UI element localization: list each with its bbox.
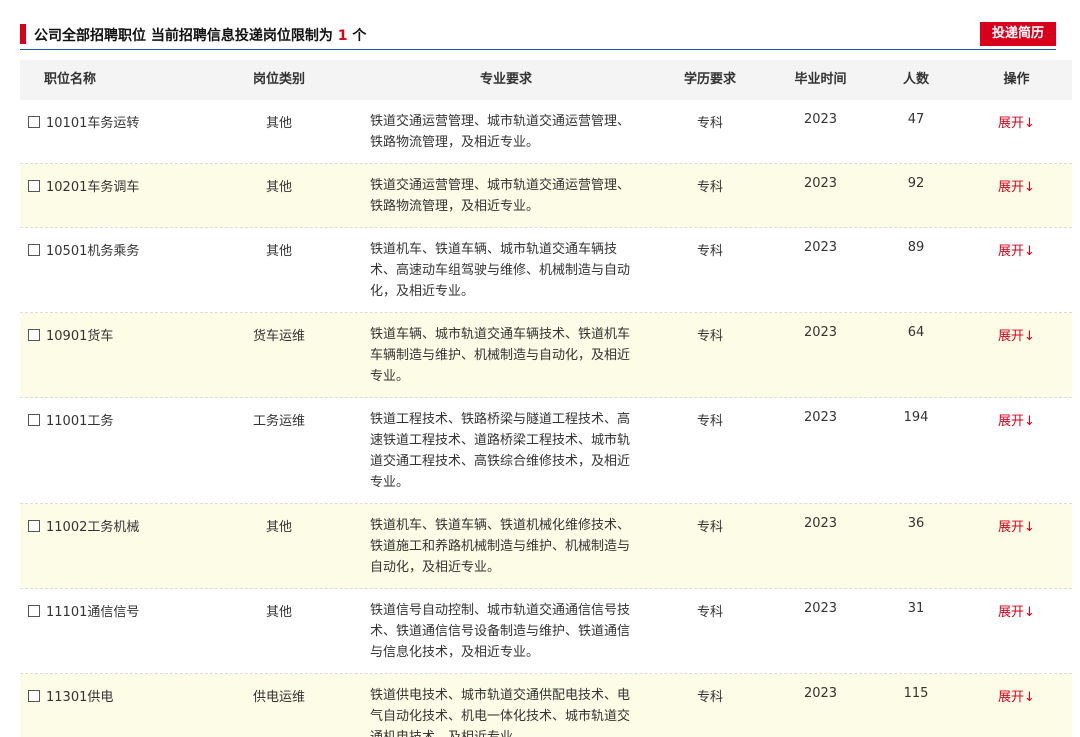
section-header: 公司全部招聘职位 当前招聘信息投递岗位限制为 1 个 投递简历 (20, 22, 1056, 50)
table-row: 10201车务调车 其他 铁道交通运营管理、城市轨道交通运营管理、铁路物流管理，及相… (20, 164, 1072, 228)
select-checkbox[interactable] (28, 520, 40, 532)
headcount: 47 (907, 112, 925, 127)
education-requirement: 专科 (696, 244, 723, 259)
headcount: 92 (907, 176, 925, 191)
education-requirement: 专科 (696, 414, 723, 429)
job-name: 11002工务机械 (46, 520, 140, 535)
job-name: 10901货车 (46, 329, 114, 344)
select-checkbox[interactable] (28, 329, 40, 341)
col-header-grad-year: 毕业时间 (794, 72, 847, 87)
select-checkbox[interactable] (28, 605, 40, 617)
col-header-action: 操作 (1003, 72, 1030, 87)
col-header-count: 人数 (902, 72, 929, 87)
job-name-cell: 11301供电 (20, 674, 237, 737)
headcount: 115 (903, 686, 929, 701)
education-requirement: 专科 (696, 605, 723, 620)
graduation-year: 2023 (803, 176, 838, 191)
major-requirement: 铁道机车、铁道车辆、铁道机械化维修技术、铁道施工和养路机械制造与维护、机械制造与… (370, 518, 631, 575)
col-header-education: 学历要求 (683, 72, 736, 87)
expand-link[interactable]: 展开↓ (998, 690, 1035, 705)
major-requirement: 铁道供电技术、城市轨道交通供配电技术、电气自动化技术、机电一体化技术、城市轨道交… (370, 688, 631, 737)
education-requirement: 专科 (696, 116, 723, 131)
job-type: 其他 (265, 244, 292, 259)
headcount: 31 (907, 601, 925, 616)
job-type: 货车运维 (252, 329, 305, 344)
select-checkbox[interactable] (28, 244, 40, 256)
job-name-cell: 10901货车 (20, 313, 237, 397)
job-type: 其他 (265, 605, 292, 620)
table-body: 10101车务运转 其他 铁道交通运营管理、城市轨道交通运营管理、铁路物流管理，及相… (20, 100, 1072, 737)
position-limit-count: 1 (337, 28, 348, 44)
major-requirement: 铁道信号自动控制、城市轨道交通通信信号技术、铁道通信信号设备制造与维护、铁道通信… (370, 603, 631, 660)
headcount: 194 (903, 410, 929, 425)
education-requirement: 专科 (696, 520, 723, 535)
expand-link[interactable]: 展开↓ (998, 116, 1035, 131)
expand-link[interactable]: 展开↓ (998, 244, 1035, 259)
job-name-cell: 10201车务调车 (20, 164, 237, 227)
job-name-cell: 10501机务乘务 (20, 228, 237, 312)
header-accent-bar (20, 24, 26, 44)
expand-link[interactable]: 展开↓ (998, 605, 1035, 620)
graduation-year: 2023 (803, 516, 838, 531)
graduation-year: 2023 (803, 112, 838, 127)
expand-link[interactable]: 展开↓ (998, 520, 1035, 535)
job-name-cell: 10101车务运转 (20, 100, 237, 163)
col-header-major: 专业要求 (479, 72, 532, 87)
job-name: 10501机务乘务 (46, 244, 140, 259)
major-requirement: 铁道机车、铁道车辆、城市轨道交通车辆技术、高速动车组驾驶与维修、机械制造与自动化… (370, 242, 631, 299)
education-requirement: 专科 (696, 180, 723, 195)
job-name: 11301供电 (46, 690, 114, 705)
job-name: 11101通信信号 (46, 605, 140, 620)
title-suffix: 个 (347, 28, 367, 44)
table-row: 11301供电 供电运维 铁道供电技术、城市轨道交通供配电技术、电气自动化技术、机电… (20, 674, 1072, 737)
submit-resume-button[interactable]: 投递简历 (980, 22, 1056, 46)
expand-link[interactable]: 展开↓ (998, 329, 1035, 344)
graduation-year: 2023 (803, 601, 838, 616)
table-row: 10501机务乘务 其他 铁道机车、铁道车辆、城市轨道交通车辆技术、高速动车组驾驶与… (20, 228, 1072, 313)
job-name: 11001工务 (46, 414, 114, 429)
table-row: 11001工务 工务运维 铁道工程技术、铁路桥梁与隧道工程技术、高速铁道工程技术、道… (20, 398, 1072, 504)
graduation-year: 2023 (803, 410, 838, 425)
headcount: 36 (907, 516, 925, 531)
graduation-year: 2023 (803, 240, 838, 255)
jobs-table: 职位名称 岗位类别 专业要求 学历要求 毕业时间 人数 操作 10101车务运转… (20, 60, 1072, 737)
table-row: 11101通信信号 其他 铁道信号自动控制、城市轨道交通通信信号技术、铁道通信信号设… (20, 589, 1072, 674)
expand-link[interactable]: 展开↓ (998, 414, 1035, 429)
select-checkbox[interactable] (28, 414, 40, 426)
education-requirement: 专科 (696, 329, 723, 344)
major-requirement: 铁道车辆、城市轨道交通车辆技术、铁道机车车辆制造与维护、机械制造与自动化，及相近… (370, 327, 631, 384)
headcount: 89 (907, 240, 925, 255)
job-type: 工务运维 (252, 414, 305, 429)
table-header: 职位名称 岗位类别 专业要求 学历要求 毕业时间 人数 操作 (20, 60, 1072, 100)
table-row: 11002工务机械 其他 铁道机车、铁道车辆、铁道机械化维修技术、铁道施工和养路机械… (20, 504, 1072, 589)
job-type: 其他 (265, 180, 292, 195)
job-name-cell: 11002工务机械 (20, 504, 237, 588)
major-requirement: 铁道交通运营管理、城市轨道交通运营管理、铁路物流管理，及相近专业。 (370, 114, 631, 150)
expand-link[interactable]: 展开↓ (998, 180, 1035, 195)
job-type: 供电运维 (252, 690, 305, 705)
education-requirement: 专科 (696, 690, 723, 705)
job-name: 10201车务调车 (46, 180, 140, 195)
major-requirement: 铁道工程技术、铁路桥梁与隧道工程技术、高速铁道工程技术、道路桥梁工程技术、城市轨… (370, 412, 631, 490)
major-requirement: 铁道交通运营管理、城市轨道交通运营管理、铁路物流管理，及相近专业。 (370, 178, 631, 214)
col-header-type: 岗位类别 (252, 72, 305, 87)
job-name: 10101车务运转 (46, 116, 140, 131)
table-row: 10101车务运转 其他 铁道交通运营管理、城市轨道交通运营管理、铁路物流管理，及相… (20, 100, 1072, 164)
job-name-cell: 11001工务 (20, 398, 237, 503)
select-checkbox[interactable] (28, 116, 40, 128)
select-checkbox[interactable] (28, 690, 40, 702)
job-type: 其他 (265, 520, 292, 535)
job-name-cell: 11101通信信号 (20, 589, 237, 673)
section-title: 公司全部招聘职位 当前招聘信息投递岗位限制为 1 个 (34, 25, 366, 45)
graduation-year: 2023 (803, 686, 838, 701)
table-row: 10901货车 货车运维 铁道车辆、城市轨道交通车辆技术、铁道机车车辆制造与维护、机… (20, 313, 1072, 398)
graduation-year: 2023 (803, 325, 838, 340)
col-header-name: 职位名称 (44, 72, 97, 87)
title-text: 公司全部招聘职位 当前招聘信息投递岗位限制为 (34, 28, 338, 44)
select-checkbox[interactable] (28, 180, 40, 192)
headcount: 64 (907, 325, 925, 340)
job-type: 其他 (265, 116, 292, 131)
